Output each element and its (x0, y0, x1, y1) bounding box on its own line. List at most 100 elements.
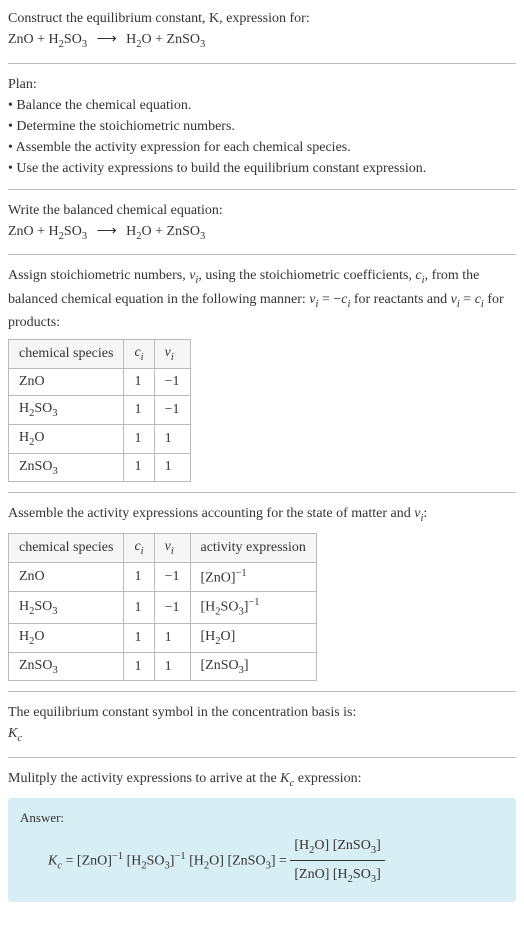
t: [H (201, 600, 216, 615)
cell-species: ZnO (9, 368, 124, 395)
t: ZnO + H (8, 224, 59, 239)
t: [H (189, 853, 204, 868)
arrow-icon: ⟶ (97, 29, 117, 50)
table-row: H2O 1 1 (9, 424, 191, 453)
plan-item: • Balance the chemical equation. (8, 95, 516, 116)
table-row: H2O 1 1 [H2O] (9, 623, 317, 652)
s: i (171, 546, 174, 557)
divider (8, 254, 516, 255)
th-species: chemical species (9, 533, 124, 562)
t: Mulitply the activity expressions to arr… (8, 771, 280, 786)
cell-activity: [H2SO3]−1 (190, 592, 316, 623)
cell-c: 1 (124, 623, 154, 652)
cell-c: 1 (124, 368, 154, 395)
cell-nu: −1 (154, 368, 190, 395)
k: K (280, 771, 289, 786)
stoich-block: Assign stoichiometric numbers, νi, using… (8, 265, 516, 482)
k: K (48, 853, 57, 868)
t: = (460, 292, 475, 307)
t: ZnO + H (8, 32, 59, 47)
plan-item: • Assemble the activity expression for e… (8, 137, 516, 158)
question-block: Construct the equilibrium constant, K, e… (8, 8, 516, 53)
t: = (62, 853, 77, 868)
t: [H (333, 867, 348, 882)
cell-c: 1 (124, 395, 154, 424)
th-nui: νi (154, 533, 190, 562)
table-row: H2SO3 1 −1 (9, 395, 191, 424)
t: H (19, 430, 29, 445)
t: [ZnSO (227, 853, 265, 868)
t: SO (353, 867, 371, 882)
table-row: H2SO3 1 −1 [H2SO3]−1 (9, 592, 317, 623)
t: [H (127, 853, 142, 868)
cell-activity: [ZnO]−1 (190, 562, 316, 592)
t: ] (376, 867, 381, 882)
t: H (19, 629, 29, 644)
cell-nu: 1 (154, 623, 190, 652)
cell-species: ZnSO3 (9, 453, 124, 482)
stoich-table: chemical species ci νi ZnO 1 −1 H2SO3 1 … (8, 339, 191, 482)
cell-species: H2SO3 (9, 592, 124, 623)
th-ci: ci (124, 533, 154, 562)
table-header-row: chemical species ci νi activity expressi… (9, 533, 317, 562)
t: O] (221, 629, 236, 644)
arrow-icon: ⟶ (97, 221, 117, 242)
t: [ZnO] (77, 853, 112, 868)
kc-symbol: Kc (8, 723, 516, 747)
t: ZnSO (19, 459, 52, 474)
activity-heading: Assemble the activity expressions accoun… (8, 503, 516, 527)
stoich-text: Assign stoichiometric numbers, νi, using… (8, 265, 516, 333)
divider (8, 63, 516, 64)
eq-rhs: H2O + ZnSO3 (126, 32, 205, 47)
cell-nu: 1 (154, 424, 190, 453)
multiply-block: Mulitply the activity expressions to arr… (8, 768, 516, 902)
kc-heading: The equilibrium constant symbol in the c… (8, 702, 516, 723)
cell-species: H2O (9, 623, 124, 652)
plan-block: Plan: • Balance the chemical equation. •… (8, 74, 516, 179)
t: [ZnSO (333, 838, 371, 853)
t: ] (244, 658, 249, 673)
cell-nu: 1 (154, 652, 190, 681)
t: H (19, 401, 29, 416)
th-ci: ci (124, 340, 154, 369)
s: 3 (52, 465, 57, 476)
t: ZnSO (19, 658, 52, 673)
table-row: ZnO 1 −1 [ZnO]−1 (9, 562, 317, 592)
multiply-heading: Mulitply the activity expressions to arr… (8, 768, 516, 792)
t: [H (294, 838, 309, 853)
t: O] (209, 853, 224, 868)
cell-species: H2SO3 (9, 395, 124, 424)
t: expression: (294, 771, 361, 786)
t: , using the stoichiometric coefficients, (198, 268, 415, 283)
s: c (17, 733, 22, 744)
plan-heading: Plan: (8, 74, 516, 95)
activity-table: chemical species ci νi activity expressi… (8, 533, 317, 682)
t: ] (376, 838, 381, 853)
t: Assign stoichiometric numbers, (8, 268, 189, 283)
s: i (171, 352, 174, 363)
cell-nu: 1 (154, 453, 190, 482)
t: [ZnSO (201, 658, 239, 673)
eq-rhs: H2O + ZnSO3 (126, 224, 205, 239)
t: Assemble the activity expressions accoun… (8, 506, 414, 521)
t: SO (34, 599, 52, 614)
eq-lhs: ZnO + H2SO3 (8, 224, 87, 239)
t: SO (64, 32, 82, 47)
t: O + ZnSO (142, 32, 200, 47)
plan-item: • Determine the stoichiometric numbers. (8, 116, 516, 137)
s: 3 (52, 408, 57, 419)
k: K (8, 726, 17, 741)
cell-c: 1 (124, 562, 154, 592)
cell-activity: [ZnSO3] (190, 652, 316, 681)
t: for reactants and (350, 292, 450, 307)
eq-lhs: ZnO + H2SO3 (8, 32, 87, 47)
table-header-row: chemical species ci νi (9, 340, 191, 369)
s: 3 (200, 39, 205, 50)
table-row: ZnO 1 −1 (9, 368, 191, 395)
main-equation: ZnO + H2SO3 ⟶ H2O + ZnSO3 (8, 29, 516, 53)
t: [ZnO] (294, 867, 329, 882)
s: −1 (112, 850, 123, 861)
s: 3 (52, 664, 57, 675)
s: i (141, 352, 144, 363)
s: 3 (200, 230, 205, 241)
